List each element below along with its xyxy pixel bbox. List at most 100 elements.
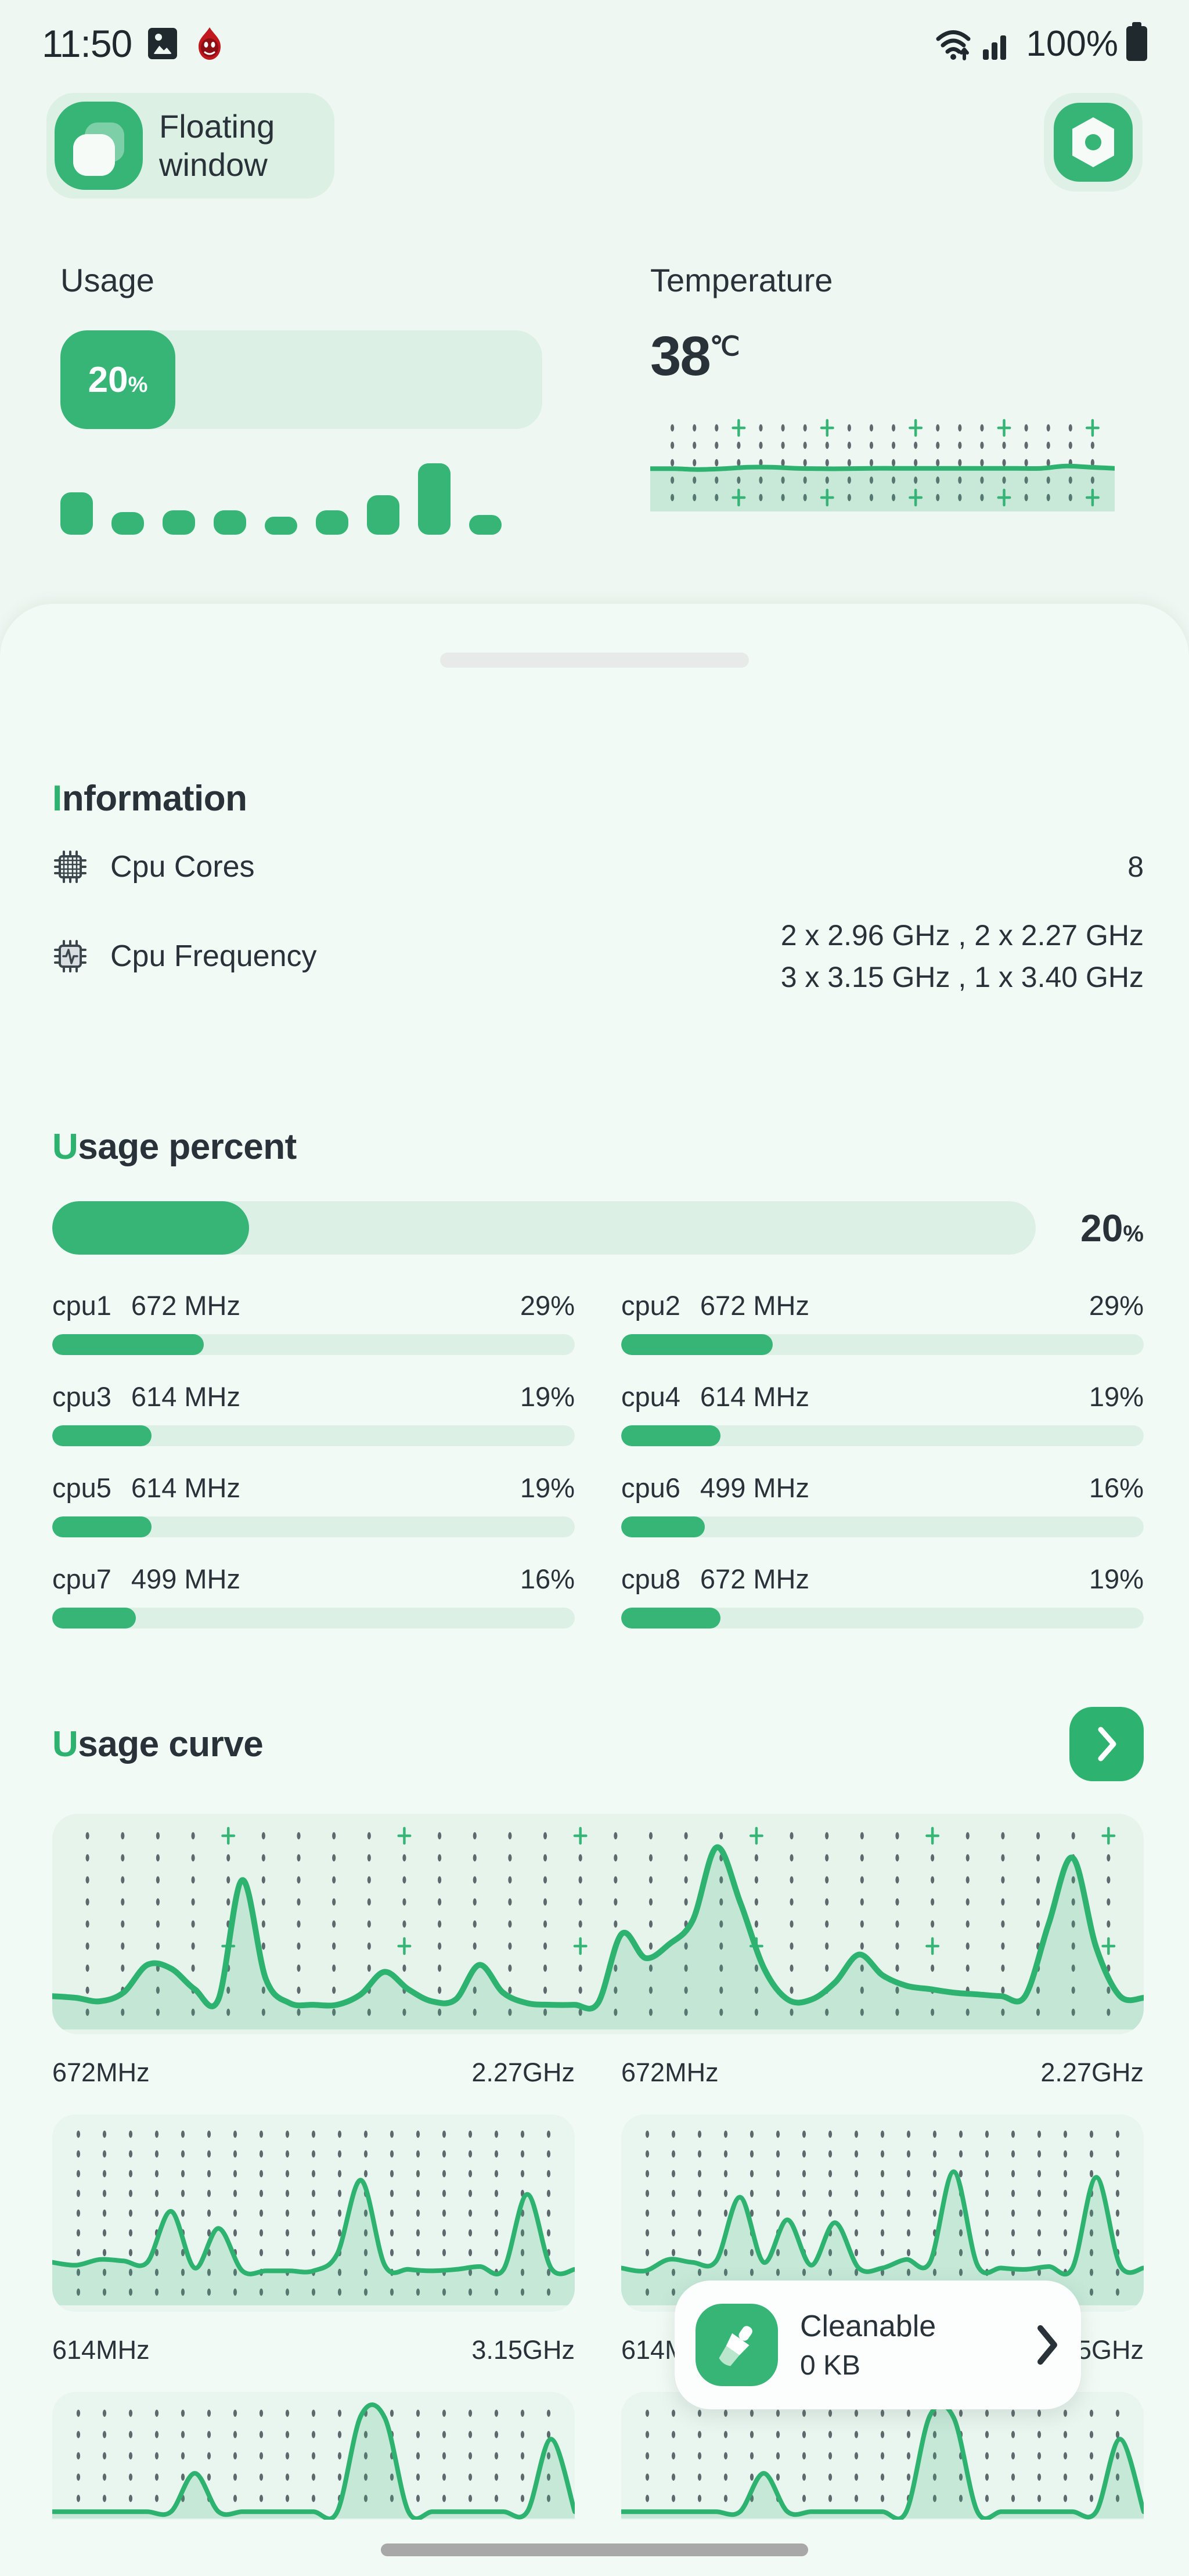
cpu-core-frequency: 499 MHz [131,1563,240,1595]
cpu-core-frequency: 672 MHz [700,1289,809,1321]
total-usage-value: 20% [1057,1206,1144,1250]
cleanable-title: Cleanable [800,2309,936,2344]
broom-icon [696,2304,778,2386]
cpu-core-track [52,1608,575,1629]
cpu-core-name: cpu3 [52,1381,111,1413]
cpu-core-name: cpu7 [52,1563,111,1595]
information-title-accent: I [52,779,62,819]
usage-mini-bar [265,517,297,535]
temperature-sparkline [650,410,1115,515]
cleanable-size: 0 KB [800,2350,936,2382]
info-value-cpu-cores: 8 [1127,846,1144,888]
temperature-unit: ℃ [710,331,739,361]
usage-curve-freq-labels-row1: 672MHz 2.27GHz 672MHz 2.27GHz [52,2058,1144,2088]
settings-button[interactable] [1044,93,1143,192]
cleanable-card[interactable]: Cleanable 0 KB [675,2280,1081,2409]
cpu-core-name: cpu6 [621,1472,680,1504]
cpu-core-track [52,1425,575,1446]
temperature-value: 38℃ [650,325,1189,388]
usage-curve-title: Usage curve [52,1724,263,1765]
cpu-core-track [621,1334,1144,1355]
total-usage-track [52,1201,1036,1255]
total-usage-fill [52,1201,249,1255]
freq-min-main: 672MHz [52,2058,150,2088]
cpu-core-frequency: 499 MHz [700,1472,809,1504]
cpu-core-frequency: 614 MHz [131,1472,240,1504]
freq-min-sub-1: 614MHz [52,2335,150,2365]
cpu-core-head: cpu8672 MHz19% [621,1563,1144,1595]
usage-percent-section: Usage percent 20% cpu1672 MHz29%cpu2672 … [52,1126,1144,1629]
cpu-core-name: cpu4 [621,1381,680,1413]
battery-percent-label: 100% [1026,23,1118,64]
temperature-number: 38 [650,325,710,387]
cpu-core-fill [52,1608,136,1629]
cpu-core-name: cpu5 [52,1472,111,1504]
floating-window-label: Floating window [159,107,310,184]
cpu-core-percent: 16% [1089,1472,1144,1504]
cleanable-chevron-button[interactable] [1032,2322,1061,2368]
cpu-core-percent: 19% [520,1381,575,1413]
usage-curve-sub-chart-4 [621,2392,1144,2520]
cpu-core-frequency: 614 MHz [700,1381,809,1413]
system-navigation-bar[interactable] [381,2543,808,2556]
usage-curve-next-button[interactable] [1069,1707,1144,1781]
battery-icon [1126,26,1147,61]
info-label-cpu-frequency: Cpu Frequency [110,939,317,974]
chevron-right-icon [1032,2322,1061,2368]
information-title: Information [52,778,1144,819]
cpu-core-fill [621,1516,705,1537]
cpu-frequency-line-2: 3 x 3.15 GHz , 1 x 3.40 GHz [781,956,1144,998]
red-app-icon [193,27,226,60]
cpu-core-percent: 29% [520,1289,575,1321]
cpu-core-head: cpu3 614 MHz 19% [52,1381,575,1413]
cpu-core-track [621,1608,1144,1629]
signal-icon [982,26,1012,61]
cpu-core-percent: 19% [520,1472,575,1504]
app-screen: 11:50 100% [0,0,1189,2576]
floating-window-button[interactable]: Floating window [46,93,334,199]
total-usage-row: 20% [52,1201,1144,1255]
total-usage-number: 20 [1080,1206,1123,1249]
cpu-core-cell: cpu2672 MHz29% [621,1289,1144,1355]
usage-percent-title-accent: U [52,1127,78,1167]
cpu-core-percent: 19% [1089,1381,1144,1413]
cpu-core-fill [52,1425,152,1446]
cpu-core-cell: cpu3 614 MHz 19% [52,1381,575,1446]
cpu-core-fill [621,1608,720,1629]
usage-curve-header: Usage curve [52,1707,1144,1781]
cpu-core-grid: cpu1672 MHz29%cpu2672 MHz29%cpu3614 MHz1… [52,1289,1144,1629]
cpu-core-fill [52,1516,152,1537]
cpu-core-cell: cpu4 614 MHz 19% [621,1381,1144,1446]
temperature-hero: Temperature 38℃ [0,244,1189,515]
status-bar: 11:50 100% [0,0,1189,87]
cpu-core-track [621,1516,1144,1537]
cleanable-text: Cleanable 0 KB [800,2309,936,2382]
sheet-drag-handle[interactable] [440,653,749,668]
cpu-core-track [52,1334,575,1355]
cpu-core-percent: 16% [520,1563,575,1595]
total-usage-unit: % [1123,1221,1144,1246]
usage-percent-title-rest: sage percent [78,1127,297,1167]
usage-mini-bar [111,512,144,535]
information-title-rest: nformation [62,779,247,819]
cpu-core-name: cpu8 [621,1563,680,1595]
cpu-core-frequency: 614 MHz [131,1381,240,1413]
status-bar-clock: 11:50 [42,21,132,66]
cpu-core-head: cpu5 614 MHz 19% [52,1472,575,1504]
cpu-frequency-line-1: 2 x 2.96 GHz , 2 x 2.27 GHz [781,914,1144,956]
cpu-pulse-icon [52,938,88,974]
cpu-core-cell: cpu6 499 MHz 16% [621,1472,1144,1537]
top-controls: Floating window [0,93,1189,215]
usage-curve-main-chart [52,1814,1144,2034]
chevron-right-icon [1090,1724,1123,1764]
freq-max-main: 2.27GHz [471,2058,575,2088]
temperature-title: Temperature [650,261,1189,299]
cpu-core-fill [621,1425,720,1446]
freq-max-sub-0: 2.27GHz [1040,2058,1144,2088]
usage-curve-title-rest: sage curve [78,1724,263,1764]
usage-curve-sub-charts-row2 [52,2392,1144,2520]
usage-percent-title: Usage percent [52,1126,1144,1168]
info-label-cpu-cores: Cpu Cores [110,849,255,884]
photo-icon [148,28,177,59]
usage-curve-title-accent: U [52,1724,78,1764]
